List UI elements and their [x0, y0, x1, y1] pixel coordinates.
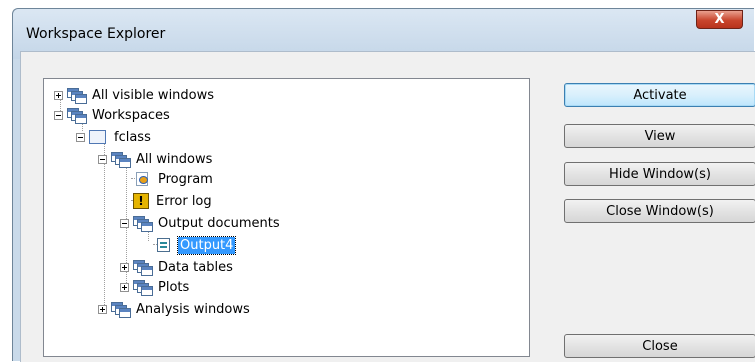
windows-stack-icon — [67, 107, 87, 124]
tree-item-label: All windows — [136, 151, 213, 167]
tree-item-label: All visible windows — [92, 87, 215, 103]
tree-item-label: Analysis windows — [136, 301, 250, 317]
tree-item-label: Workspaces — [92, 107, 170, 123]
view-button[interactable]: View — [564, 124, 755, 148]
tree-item-label: Error log — [156, 193, 212, 209]
dialog-client-area: All visible windows Workspaces fclass Al… — [20, 51, 755, 362]
program-icon — [133, 171, 151, 187]
windows-stack-icon — [133, 279, 153, 296]
tree-item-label: fclass — [114, 129, 151, 145]
collapse-minus-icon[interactable] — [98, 154, 107, 164]
output-document-icon — [155, 237, 173, 253]
tree-item-label: Data tables — [158, 259, 233, 275]
collapse-minus-icon[interactable] — [120, 218, 129, 228]
tree-item-fclass[interactable]: fclass — [76, 127, 153, 147]
tree-item-program[interactable]: Program — [120, 169, 215, 189]
windows-stack-icon — [67, 87, 87, 104]
tree-item-output-documents[interactable]: Output documents — [120, 213, 282, 233]
close-icon: X — [714, 12, 725, 27]
tree-item-data-tables[interactable]: Data tables — [120, 257, 235, 277]
tree-item-label-selected: Output4 — [176, 235, 237, 255]
expand-plus-icon[interactable] — [98, 304, 107, 314]
tree-item-workspaces[interactable]: Workspaces — [54, 105, 172, 125]
tree-item-analysis-windows[interactable]: Analysis windows — [98, 299, 252, 319]
workspace-tree[interactable]: All visible windows Workspaces fclass Al… — [43, 78, 530, 357]
expand-plus-icon[interactable] — [120, 282, 129, 292]
windows-stack-icon — [111, 151, 131, 168]
windows-stack-icon — [133, 259, 153, 276]
tree-item-label: Output documents — [158, 215, 280, 231]
expand-plus-icon[interactable] — [54, 90, 63, 100]
expand-plus-icon[interactable] — [120, 262, 129, 272]
workspace-box-icon — [89, 129, 107, 145]
window-title: Workspace Explorer — [26, 26, 166, 42]
window-close-button[interactable]: X — [696, 10, 743, 29]
close-button[interactable]: Close — [564, 334, 755, 358]
activate-button[interactable]: Activate — [564, 83, 755, 107]
windows-stack-icon — [133, 215, 153, 232]
tree-item-plots[interactable]: Plots — [120, 277, 191, 297]
hide-windows-button[interactable]: Hide Window(s) — [564, 162, 755, 186]
tree-item-all-windows[interactable]: All windows — [98, 149, 214, 169]
tree-item-output4[interactable]: Output4 — [142, 235, 237, 255]
collapse-minus-icon[interactable] — [76, 132, 85, 142]
tree-item-label: Program — [158, 171, 213, 187]
tree-item-all-visible-windows[interactable]: All visible windows — [54, 85, 216, 105]
tree-item-error-log[interactable]: ! Error log — [120, 191, 214, 211]
error-log-icon: ! — [133, 193, 149, 209]
workspace-explorer-window: Workspace Explorer X All visible windows — [12, 8, 755, 362]
close-windows-button[interactable]: Close Window(s) — [564, 199, 755, 223]
collapse-minus-icon[interactable] — [54, 110, 63, 120]
windows-stack-icon — [111, 301, 131, 318]
tree-item-label: Plots — [158, 279, 190, 295]
